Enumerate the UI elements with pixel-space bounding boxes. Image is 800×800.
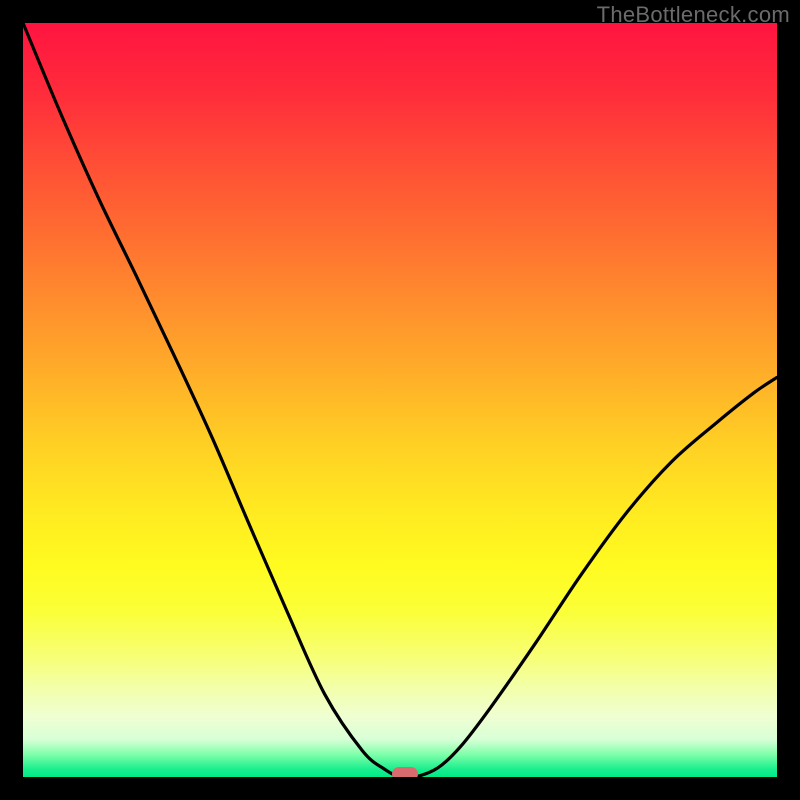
bottleneck-curve [23, 23, 777, 777]
plot-area [23, 23, 777, 777]
watermark-text: TheBottleneck.com [597, 2, 790, 28]
chart-frame: TheBottleneck.com [0, 0, 800, 800]
curve-svg [23, 23, 777, 777]
optimum-marker [392, 767, 418, 777]
